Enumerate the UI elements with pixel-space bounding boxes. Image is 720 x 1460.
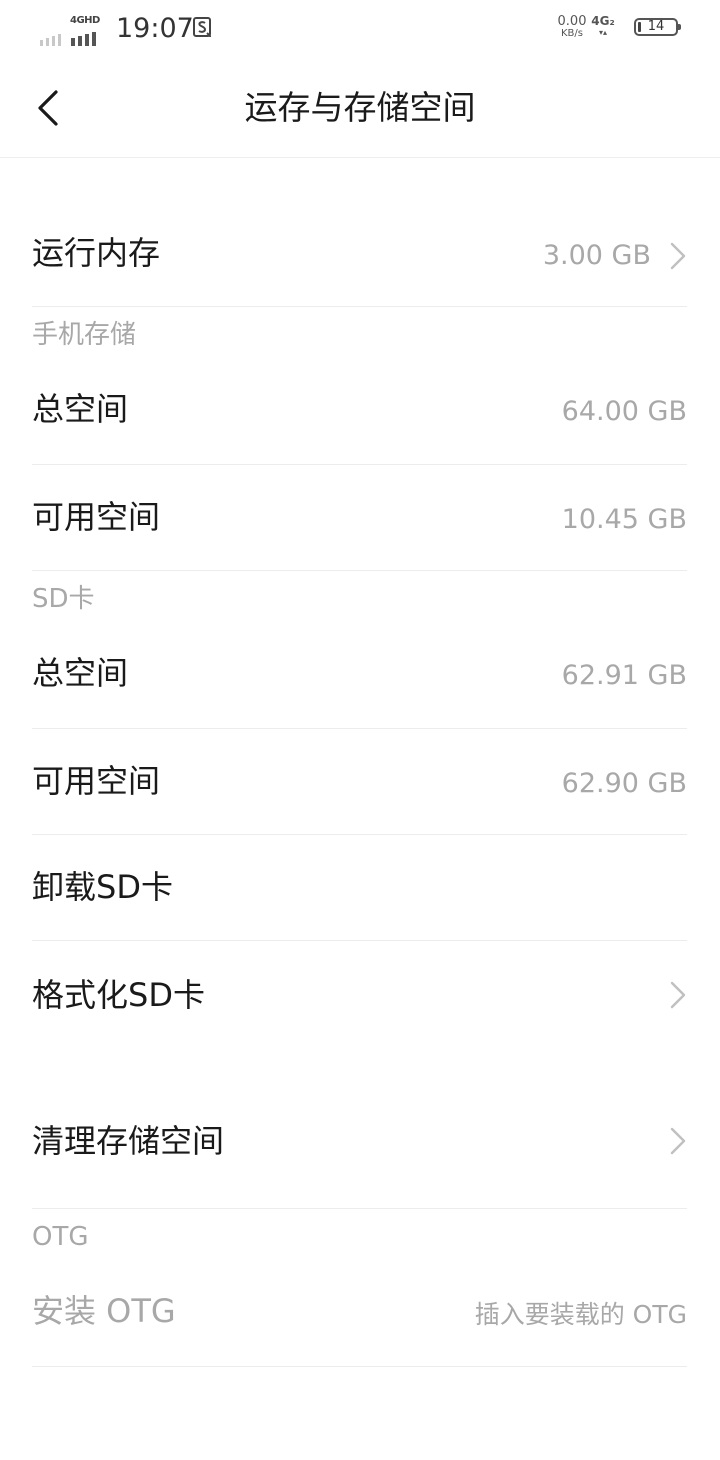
phone-total-row: 总空间 64.00 GB: [32, 355, 687, 465]
page-title: 运存与存储空间: [244, 88, 476, 127]
cleanup-storage-row[interactable]: 清理存储空间: [32, 1099, 687, 1209]
format-sd-row[interactable]: 格式化SD卡: [32, 941, 687, 1049]
sd-total-row: 总空间 62.91 GB: [32, 619, 687, 729]
format-sd-label: 格式化SD卡: [32, 976, 205, 1014]
status-time: 19:07: [116, 13, 194, 44]
sd-total-label: 总空间: [32, 654, 129, 692]
install-otg-row: 安装 OTG 插入要装载的 OTG: [32, 1257, 687, 1367]
ram-row[interactable]: 运行内存 3.00 GB: [32, 159, 687, 307]
network-tag: 4GHD: [70, 15, 100, 26]
chevron-right-icon: [670, 981, 686, 1009]
phone-available-label: 可用空间: [32, 498, 161, 536]
section-header-sd-card: SD卡: [32, 584, 95, 614]
install-otg-label: 安装 OTG: [32, 1292, 176, 1330]
signal-sim2-icon: 4GHD: [70, 16, 100, 46]
phone-total-label: 总空间: [32, 390, 129, 428]
section-header-otg: OTG: [32, 1222, 89, 1252]
ram-value: 3.00 GB: [542, 240, 651, 271]
unmount-sd-row[interactable]: 卸载SD卡: [32, 835, 687, 941]
phone-available-value: 10.45 GB: [561, 504, 687, 535]
sd-total-value: 62.91 GB: [561, 660, 687, 691]
sd-available-value: 62.90 GB: [561, 768, 687, 799]
sd-available-label: 可用空间: [32, 762, 161, 800]
battery-icon: 14: [634, 18, 681, 36]
app-header: 运存与存储空间: [0, 58, 720, 158]
network-4g-icon: 4G₂ ▾▴: [591, 14, 615, 37]
ram-label: 运行内存: [32, 234, 161, 272]
signal-sim1-icon: [40, 20, 61, 46]
sd-available-row: 可用空间 62.90 GB: [32, 729, 687, 835]
network-speed: 0.00 KB/s: [557, 14, 587, 39]
chevron-right-icon: [670, 1127, 686, 1155]
unmount-sd-label: 卸载SD卡: [32, 868, 173, 906]
notification-s-icon: [193, 17, 211, 37]
install-otg-hint: 插入要装载的 OTG: [474, 1300, 687, 1329]
status-bar: 4GHD 19:07 0.00 KB/s 4G₂ ▾▴ 14: [0, 0, 720, 58]
phone-total-value: 64.00 GB: [561, 396, 687, 427]
phone-available-row: 可用空间 10.45 GB: [32, 465, 687, 571]
cleanup-storage-label: 清理存储空间: [32, 1122, 225, 1160]
settings-list: 运行内存 3.00 GB 手机存储 总空间 64.00 GB 可用空间 10.4…: [32, 159, 687, 1367]
section-header-phone-storage: 手机存储: [32, 320, 137, 350]
chevron-right-icon: [670, 242, 686, 270]
signal-group: 4GHD: [40, 12, 100, 46]
